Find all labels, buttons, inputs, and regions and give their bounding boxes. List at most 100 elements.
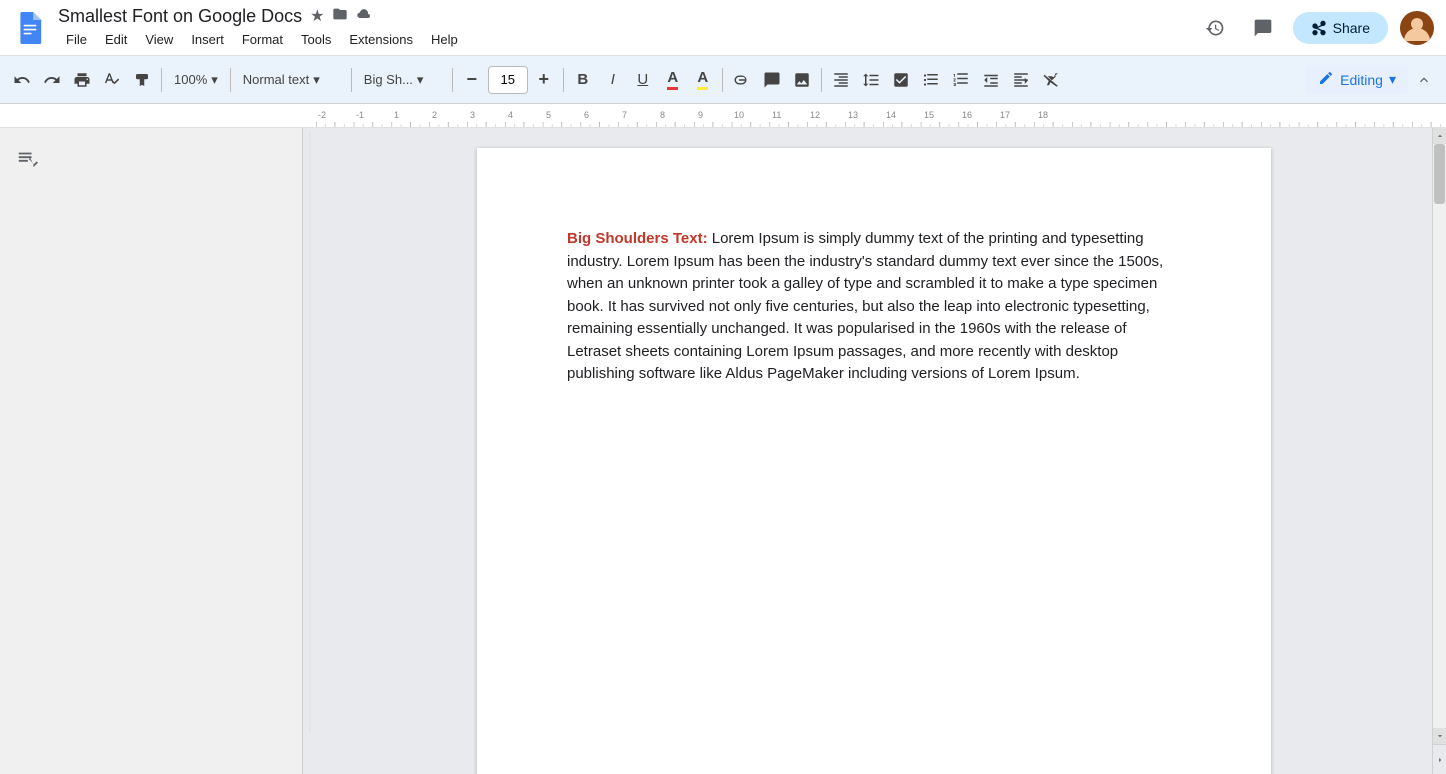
svg-text:18: 18 [1038,110,1048,120]
collapse-right-panel[interactable] [1433,744,1446,774]
font-label: Big Sh... [364,72,413,87]
top-bar: Smallest Font on Google Docs ★ File Edit… [0,0,1446,56]
svg-text:3: 3 [470,110,475,120]
paint-format-button[interactable] [128,64,156,96]
svg-text:2: 2 [432,110,437,120]
indent-less-button[interactable] [977,64,1005,96]
svg-text:1: 1 [394,110,399,120]
menu-view[interactable]: View [137,29,181,50]
svg-text:15: 15 [924,110,934,120]
body-text[interactable]: Lorem Ipsum is simply dummy text of the … [567,230,1163,382]
outline-toggle[interactable] [16,148,38,175]
avatar[interactable] [1400,11,1434,45]
font-size-minus-button[interactable]: − [458,64,486,96]
text-style-dropdown[interactable]: Normal text ▾ [236,64,346,96]
divider-1 [161,68,162,92]
svg-text:7: 7 [622,110,627,120]
document-title[interactable]: Smallest Font on Google Docs [58,6,302,27]
share-button[interactable]: Share [1293,12,1388,44]
image-button[interactable] [788,64,816,96]
document-page[interactable]: Big Shoulders Text: Lorem Ipsum is simpl… [477,148,1271,774]
top-right-controls: Share [1197,10,1434,46]
italic-button[interactable]: I [599,64,627,96]
svg-text:6: 6 [584,110,589,120]
line-spacing-button[interactable] [857,64,885,96]
star-icon[interactable]: ★ [310,6,324,26]
cloud-save-icon[interactable] [356,6,372,27]
title-area: Smallest Font on Google Docs ★ File Edit… [58,6,1197,50]
divider-3 [351,68,352,92]
svg-text:17: 17 [1000,110,1010,120]
menu-file[interactable]: File [58,29,95,50]
clear-format-button[interactable] [1037,64,1065,96]
divider-2 [230,68,231,92]
numbered-list-button[interactable] [947,64,975,96]
toolbar: 100% ▾ Normal text ▾ Big Sh... ▾ − + B I… [0,56,1446,104]
divider-5 [563,68,564,92]
bullet-list-button[interactable] [917,64,945,96]
svg-text:5: 5 [546,110,551,120]
right-scrollbar [1432,128,1446,774]
font-size-plus-button[interactable]: + [530,64,558,96]
text-style-label: Normal text [243,72,309,87]
scroll-track [1433,144,1446,728]
svg-text:10: 10 [734,110,744,120]
scroll-down-arrow[interactable] [1433,728,1446,744]
svg-text:8: 8 [660,110,665,120]
underline-button[interactable]: U [629,64,657,96]
collapse-toolbar-button[interactable] [1410,66,1438,94]
editing-pencil-icon [1318,70,1334,89]
font-dropdown[interactable]: Big Sh... ▾ [357,64,447,96]
title-row: Smallest Font on Google Docs ★ [58,6,1197,27]
svg-text:9: 9 [698,110,703,120]
text-style-arrow-icon: ▾ [313,72,320,88]
comment-inline-button[interactable] [758,64,786,96]
font-name-label: Big Shoulders Text: [567,230,708,247]
menu-format[interactable]: Format [234,29,291,50]
document-content[interactable]: Big Shoulders Text: Lorem Ipsum is simpl… [567,228,1181,386]
menu-insert[interactable]: Insert [183,29,232,50]
redo-button[interactable] [38,64,66,96]
share-label: Share [1333,20,1370,36]
editing-button[interactable]: Editing ▾ [1306,65,1408,94]
zoom-value: 100% [174,72,207,87]
ruler: -2 -1 1 2 3 4 5 6 7 8 9 10 11 12 13 14 1… [0,104,1446,128]
divider-6 [722,68,723,92]
svg-text:-2: -2 [318,110,326,120]
vertical-ruler [302,128,316,774]
svg-text:11: 11 [772,110,781,120]
menu-tools[interactable]: Tools [293,29,339,50]
folder-icon[interactable] [332,6,348,27]
link-button[interactable] [728,64,756,96]
highlight-button[interactable]: A [689,64,717,96]
zoom-dropdown[interactable]: 100% ▾ [167,64,225,96]
svg-text:13: 13 [848,110,858,120]
svg-text:14: 14 [886,110,896,120]
scroll-thumb[interactable] [1434,144,1445,204]
undo-button[interactable] [8,64,36,96]
align-button[interactable] [827,64,855,96]
zoom-arrow-icon: ▾ [211,72,218,88]
text-color-button[interactable]: A [659,64,687,96]
comments-button[interactable] [1245,10,1281,46]
print-button[interactable] [68,64,96,96]
editing-arrow-icon: ▾ [1389,71,1396,88]
svg-text:12: 12 [810,110,820,120]
bold-button[interactable]: B [569,64,597,96]
docs-logo [12,10,48,46]
indent-more-button[interactable] [1007,64,1035,96]
history-button[interactable] [1197,10,1233,46]
menu-help[interactable]: Help [423,29,466,50]
checklist-button[interactable] [887,64,915,96]
svg-text:16: 16 [962,110,972,120]
menu-edit[interactable]: Edit [97,29,135,50]
spell-check-button[interactable] [98,64,126,96]
menu-bar: File Edit View Insert Format Tools Exten… [58,29,1197,50]
scroll-area[interactable]: Big Shoulders Text: Lorem Ipsum is simpl… [316,128,1432,774]
ruler-content: -2 -1 1 2 3 4 5 6 7 8 9 10 11 12 13 14 1… [316,104,1446,127]
menu-extensions[interactable]: Extensions [341,29,421,50]
main-area: Big Shoulders Text: Lorem Ipsum is simpl… [0,128,1446,774]
font-size-input[interactable] [488,66,528,94]
scroll-up-arrow[interactable] [1433,128,1446,144]
divider-7 [821,68,822,92]
